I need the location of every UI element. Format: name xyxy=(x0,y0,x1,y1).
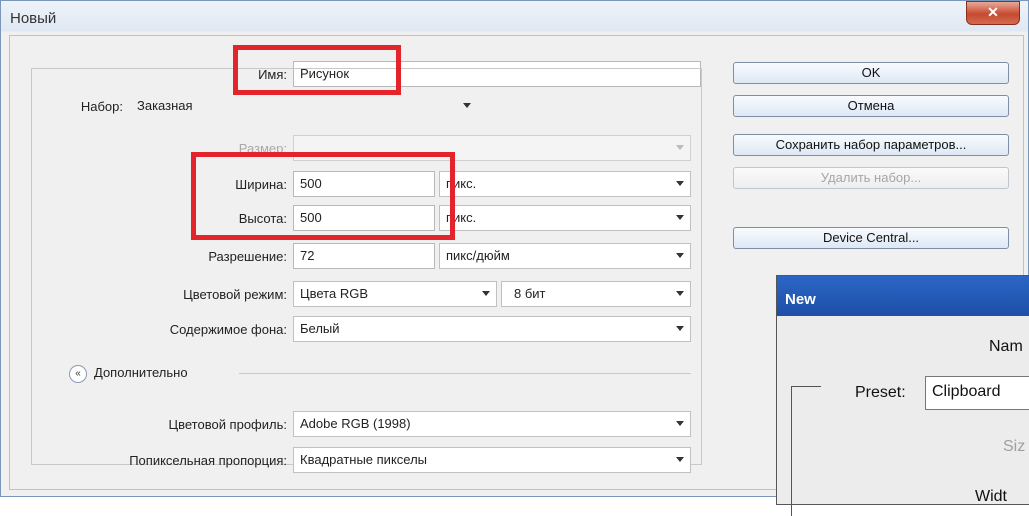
background-label: Содержимое фона: xyxy=(169,322,287,337)
color-mode-label: Цветовой режим: xyxy=(183,287,287,302)
resolution-label: Разрешение: xyxy=(208,249,287,264)
height-unit-select[interactable]: пикс. xyxy=(439,205,691,231)
save-preset-button[interactable]: Сохранить набор параметров... xyxy=(733,134,1009,156)
overlay-group-line xyxy=(791,386,821,387)
overlay-preset-select[interactable]: Clipboard xyxy=(925,376,1029,410)
title-bar: Новый ✕ xyxy=(1,1,1028,33)
color-mode-select[interactable]: Цвета RGB xyxy=(293,281,497,307)
pixel-aspect-label: Попиксельная пропорция: xyxy=(129,453,287,468)
preset-label: Набор: xyxy=(41,99,127,114)
collapse-advanced-icon[interactable]: « xyxy=(69,365,87,383)
close-icon: ✕ xyxy=(987,4,999,20)
bit-depth-value: 8 бит xyxy=(514,286,546,301)
advanced-label: Дополнительно xyxy=(94,365,188,380)
background-value: Белый xyxy=(300,321,340,336)
chevron-down-icon xyxy=(676,181,684,186)
preset-select[interactable]: Заказная xyxy=(137,93,477,119)
background-select[interactable]: Белый xyxy=(293,316,691,342)
overlay-size-label: Siz xyxy=(1003,438,1026,455)
width-unit-select[interactable]: пикс. xyxy=(439,171,691,197)
color-profile-value: Adobe RGB (1998) xyxy=(300,416,411,431)
overlay-width-label: Widt xyxy=(975,488,1007,505)
pixel-aspect-select[interactable]: Квадратные пикселы xyxy=(293,447,691,473)
chevron-down-icon xyxy=(676,291,684,296)
preset-value: Заказная xyxy=(137,98,193,113)
chevron-down-icon xyxy=(676,421,684,426)
chevron-down-icon xyxy=(676,145,684,150)
device-central-button[interactable]: Device Central... xyxy=(733,227,1009,249)
overlay-name-label: Nam xyxy=(989,338,1023,355)
color-mode-value: Цвета RGB xyxy=(300,286,368,301)
chevron-down-icon xyxy=(676,253,684,258)
size-highlight-box xyxy=(191,152,455,240)
delete-preset-button: Удалить набор... xyxy=(733,167,1009,189)
close-button[interactable]: ✕ xyxy=(966,1,1020,25)
color-profile-select[interactable]: Adobe RGB (1998) xyxy=(293,411,691,437)
overlay-title: New xyxy=(777,276,1029,316)
ok-button[interactable]: OK xyxy=(733,62,1009,84)
name-highlight-box xyxy=(233,45,401,95)
resolution-unit-value: пикс/дюйм xyxy=(446,248,510,263)
advanced-divider xyxy=(239,373,691,374)
chevron-down-icon xyxy=(463,103,471,108)
chevron-down-icon xyxy=(676,326,684,331)
resolution-unit-select[interactable]: пикс/дюйм xyxy=(439,243,691,269)
dialog-title: Новый xyxy=(10,10,57,27)
chevron-down-icon xyxy=(676,215,684,220)
overlay-new-dialog: New Nam Preset: Clipboard Siz Widt xyxy=(776,275,1029,516)
pixel-aspect-value: Квадратные пикселы xyxy=(300,452,428,467)
chevron-down-icon xyxy=(482,291,490,296)
bit-depth-select[interactable]: 8 бит xyxy=(501,281,691,307)
color-profile-label: Цветовой профиль: xyxy=(168,417,287,432)
overlay-preset-label: Preset: xyxy=(855,384,906,401)
chevron-down-icon xyxy=(676,457,684,462)
resolution-input[interactable]: 72 xyxy=(293,243,435,269)
cancel-button[interactable]: Отмена xyxy=(733,95,1009,117)
